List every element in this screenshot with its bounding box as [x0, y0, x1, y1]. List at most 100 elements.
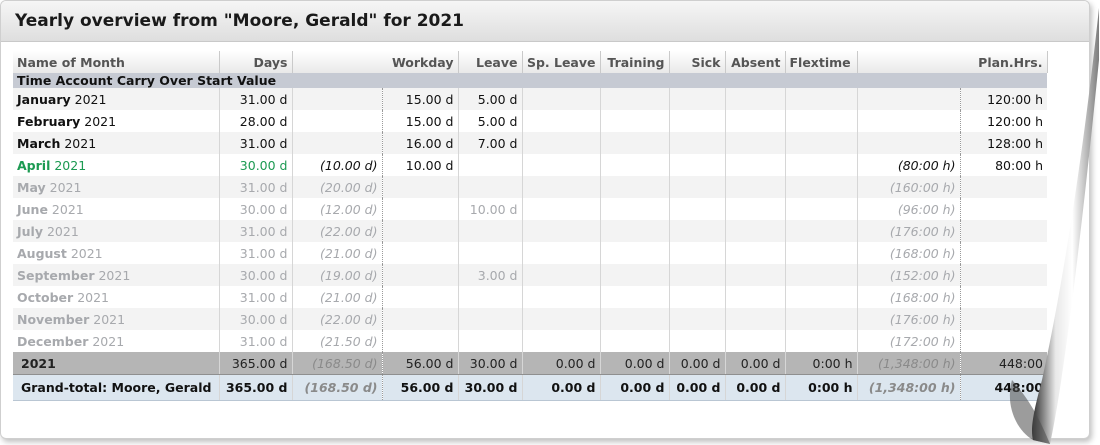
sp-leave-cell — [522, 308, 601, 330]
col-header-leave[interactable]: Leave — [458, 51, 523, 73]
total-training: 0.00 d — [600, 374, 670, 401]
sick-cell — [669, 264, 726, 286]
planned-days-cell: (10.00 d) — [292, 154, 383, 176]
absent-cell — [725, 286, 786, 308]
leave-cell — [458, 308, 523, 330]
plan-hours-cell — [960, 220, 1047, 242]
month-name: October — [17, 289, 74, 305]
sick-cell — [669, 330, 726, 352]
training-cell — [600, 242, 670, 264]
leave-cell: 7.00 d — [458, 132, 523, 154]
plan-hours-cell: 120:00 h — [960, 110, 1047, 132]
flextime-cell — [785, 132, 858, 154]
flextime-cell — [785, 242, 858, 264]
training-cell — [600, 132, 670, 154]
training-cell — [600, 308, 670, 330]
plan-hours-cell: 120:00 h — [960, 88, 1047, 110]
total-planned-days: (168.50 d) — [292, 352, 383, 375]
col-header-flextime[interactable]: Flextime — [785, 51, 858, 73]
training-cell — [600, 198, 670, 220]
planned-hours-cell — [857, 88, 961, 110]
planned-days-cell — [292, 88, 383, 110]
month-name: December — [17, 333, 89, 349]
flextime-cell — [785, 286, 858, 308]
month-name: May — [17, 179, 46, 195]
month-year: 2021 — [98, 267, 131, 283]
table-row-month: August 2021 31.00 d (21.00 d) (168:00 h) — [13, 242, 1047, 264]
sp-leave-cell — [522, 176, 601, 198]
total-leave: 30.00 d — [458, 352, 523, 375]
absent-cell — [725, 176, 786, 198]
days-cell: 30.00 d — [219, 154, 293, 176]
workday-cell — [382, 286, 459, 308]
col-header-absent[interactable]: Absent — [725, 51, 786, 73]
col-header-sp-leave[interactable]: Sp. Leave — [522, 51, 601, 73]
sp-leave-cell — [522, 88, 601, 110]
leave-cell — [458, 220, 523, 242]
absent-cell — [725, 330, 786, 352]
planned-days-cell: (21.00 d) — [292, 242, 383, 264]
carry-over-label: Time Account Carry Over Start Value — [13, 73, 1047, 88]
planned-hours-cell: (168:00 h) — [857, 286, 961, 308]
month-name-cell: November 2021 — [13, 308, 220, 330]
training-cell — [600, 88, 670, 110]
absent-cell — [725, 154, 786, 176]
col-header-training[interactable]: Training — [600, 51, 670, 73]
flextime-cell — [785, 154, 858, 176]
sick-cell — [669, 242, 726, 264]
month-name: June — [17, 201, 48, 217]
absent-cell — [725, 132, 786, 154]
sp-leave-cell — [522, 220, 601, 242]
page-title: Yearly overview from "Moore, Gerald" for… — [15, 11, 465, 31]
sick-cell — [669, 88, 726, 110]
planned-days-cell — [292, 132, 383, 154]
planned-days-cell: (12.00 d) — [292, 198, 383, 220]
table-row-month: January 2021 31.00 d 15.00 d 5.00 d 120:00 h — [13, 88, 1047, 110]
total-label: 2021 — [13, 352, 220, 375]
plan-hours-cell: 80:00 h — [960, 154, 1047, 176]
flextime-cell — [785, 330, 858, 352]
workday-cell: 15.00 d — [382, 88, 459, 110]
col-header-sick[interactable]: Sick — [669, 51, 726, 73]
total-plan-hours: 448:00 — [960, 374, 1047, 401]
month-year: 2021 — [77, 289, 109, 305]
month-year: 2021 — [93, 311, 126, 327]
leave-cell — [458, 330, 523, 352]
col-header-plan-hrs[interactable]: Plan.Hrs. — [857, 51, 1048, 73]
plan-hours-cell — [960, 176, 1047, 198]
leave-cell: 5.00 d — [458, 88, 523, 110]
flextime-cell — [785, 176, 858, 198]
planned-hours-cell: (172:00 h) — [857, 330, 961, 352]
month-name: April — [17, 157, 51, 173]
table-row-month: July 2021 31.00 d (22.00 d) (176:00 h) — [13, 220, 1047, 242]
month-year: 2021 — [84, 113, 117, 129]
month-name-cell: October 2021 — [13, 286, 220, 308]
month-name-cell: December 2021 — [13, 330, 220, 352]
col-header-name-of-month[interactable]: Name of Month — [13, 51, 220, 73]
sp-leave-cell — [522, 110, 601, 132]
table-row-month: February 2021 28.00 d 15.00 d 5.00 d 120:00 … — [13, 110, 1047, 132]
workday-cell — [382, 220, 459, 242]
absent-cell — [725, 264, 786, 286]
plan-hours-cell — [960, 330, 1047, 352]
training-cell — [600, 176, 670, 198]
training-cell — [600, 286, 670, 308]
month-name: February — [17, 113, 81, 129]
month-name-cell: June 2021 — [13, 198, 220, 220]
table-row-month: December 2021 31.00 d (21.50 d) (172:00 h) — [13, 330, 1047, 352]
month-year: 2021 — [46, 223, 79, 239]
total-plan-hours: 448:00 — [960, 352, 1047, 375]
days-cell: 28.00 d — [219, 110, 293, 132]
total-sick: 0.00 d — [669, 352, 726, 375]
month-name: November — [17, 311, 90, 327]
year-total-row: 2021 365.00 d (168.50 d) 56.00 d 30.00 d 0.00… — [13, 352, 1047, 375]
sp-leave-cell — [522, 330, 601, 352]
col-header-workday[interactable]: Workday — [292, 51, 459, 73]
total-workday: 56.00 d — [382, 352, 459, 375]
plan-hours-cell — [960, 308, 1047, 330]
month-name-cell: January 2021 — [13, 88, 220, 110]
leave-cell: 10.00 d — [458, 198, 523, 220]
absent-cell — [725, 308, 786, 330]
col-header-days[interactable]: Days — [219, 51, 293, 73]
flextime-cell — [785, 110, 858, 132]
